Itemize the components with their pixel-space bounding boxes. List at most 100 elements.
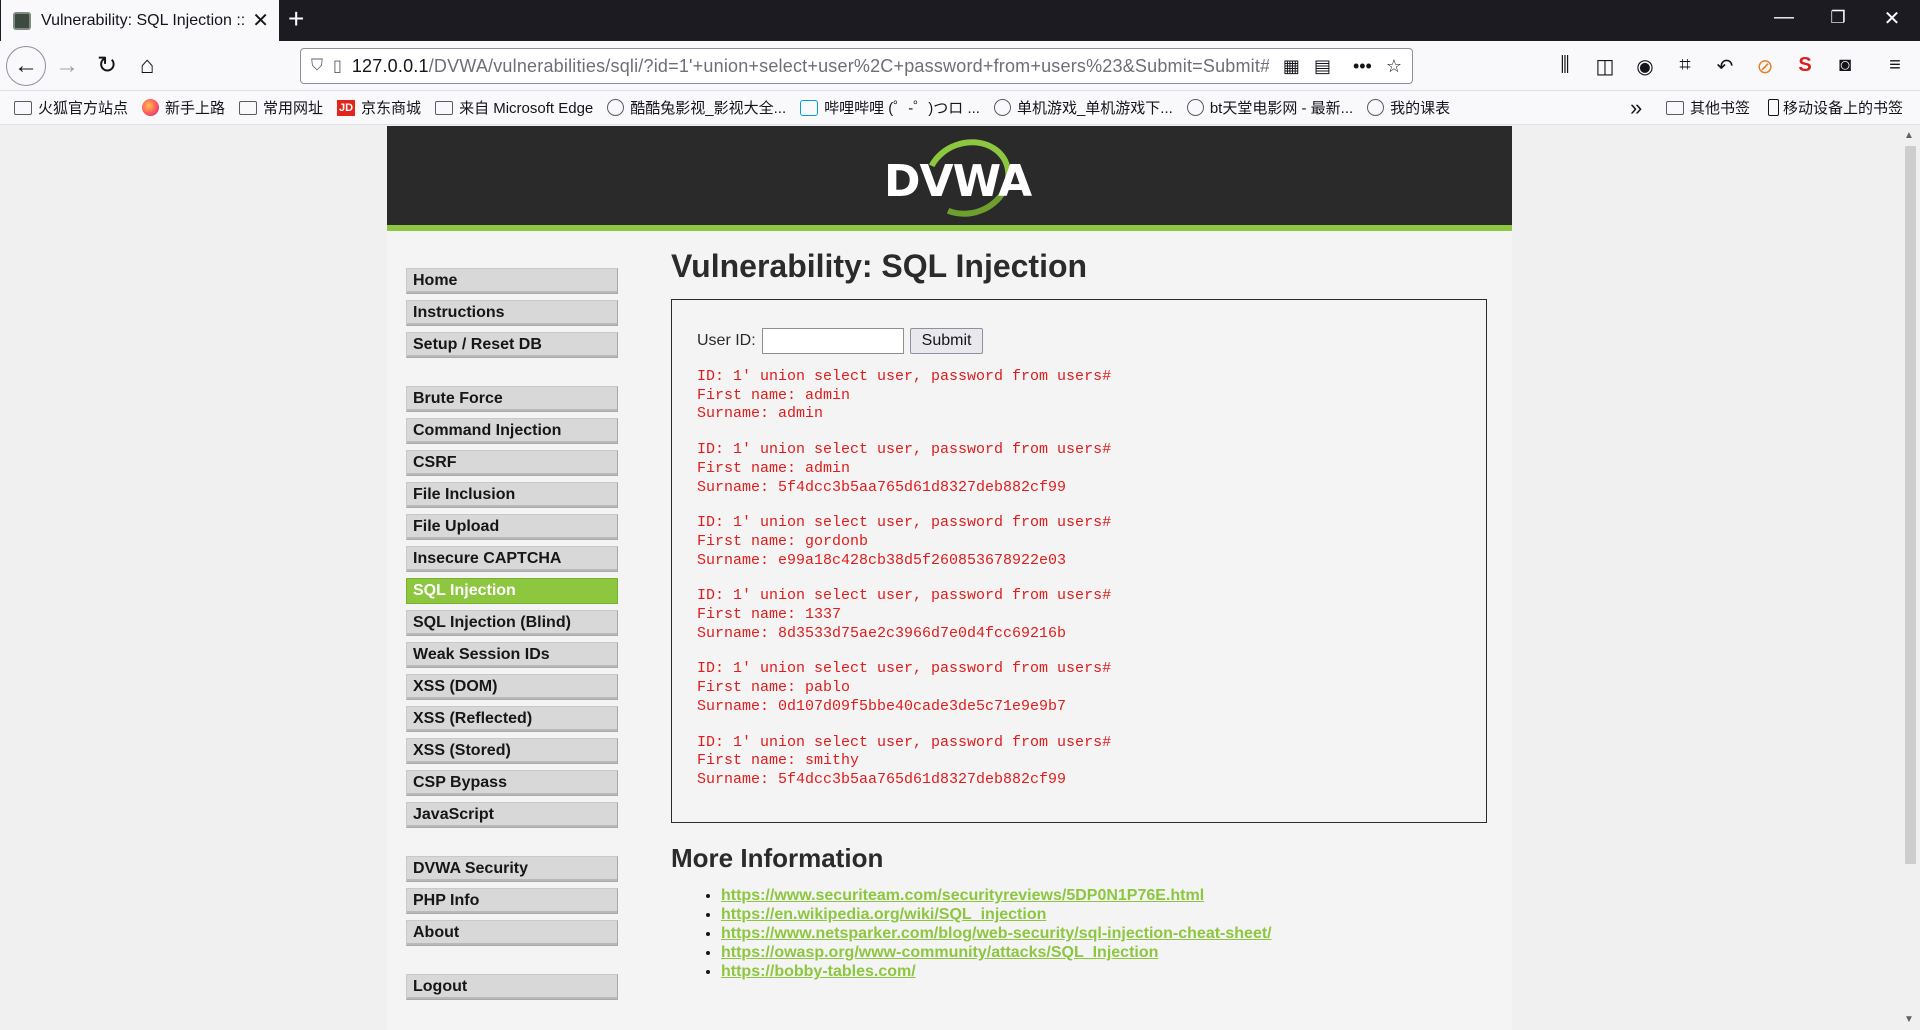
close-tab-icon[interactable]: ✕	[252, 8, 269, 33]
menu-item-file-upload[interactable]: File Upload	[406, 514, 618, 540]
home-icon[interactable]: ⌂	[130, 49, 164, 83]
menu-item-command-injection[interactable]: Command Injection	[406, 418, 618, 444]
minimize-icon[interactable]: —	[1764, 6, 1804, 29]
result-surname: Surname: e99a18c428cb38d5f260853678922e0…	[697, 551, 1067, 569]
tab-active[interactable]: Vulnerability: SQL Injection :: Damn Vul…	[1, 0, 279, 41]
menu-item-weak-session-ids[interactable]: Weak Session IDs	[406, 642, 618, 668]
menu-item-xss-stored[interactable]: XSS (Stored)	[406, 738, 618, 764]
user-id-input[interactable]	[761, 328, 904, 354]
bookmark-label: 火狐官方站点	[38, 100, 129, 117]
qr-icon[interactable]: ▦	[1283, 56, 1300, 77]
menu-item-brute-force[interactable]: Brute Force	[406, 386, 618, 412]
page-viewport: DVWA Home Instructions Setup / Reset DB Bru…	[0, 126, 1901, 1030]
bookmark-item[interactable]: 常用网址	[239, 97, 323, 118]
undo-icon[interactable]: ↶	[1712, 54, 1738, 79]
menu-item-logout[interactable]: Logout	[406, 974, 618, 1000]
bookmarks-overflow-icon[interactable]: »	[1630, 95, 1642, 121]
new-tab-icon[interactable]: +	[288, 3, 304, 35]
s-extension-icon[interactable]: S	[1792, 54, 1818, 77]
account-icon[interactable]: ◉	[1632, 54, 1658, 79]
sidebar-icon[interactable]: ◫	[1592, 54, 1618, 79]
result-id: ID: 1' union select user, password from …	[697, 514, 1112, 532]
window-close-icon[interactable]: ✕	[1872, 6, 1912, 31]
menu-item-setup-reset-db[interactable]: Setup / Reset DB	[406, 332, 618, 358]
bookmark-label: 新手上路	[165, 100, 226, 117]
menu-item-javascript[interactable]: JavaScript	[406, 802, 618, 828]
shield-icon[interactable]: ⛉	[311, 57, 323, 75]
menu-item-xss-dom[interactable]: XSS (DOM)	[406, 674, 618, 700]
menu-item-sql-injection[interactable]: SQL Injection	[406, 578, 618, 604]
result-id: ID: 1' union select user, password from …	[697, 587, 1112, 605]
url-host: 127.0.0.1	[351, 55, 429, 76]
scroll-up-icon[interactable]: ▲	[1904, 130, 1914, 141]
result-first: First name: pablo	[697, 679, 851, 697]
crop-icon[interactable]: ⌗	[1672, 54, 1698, 77]
bookmark-item[interactable]: 火狐官方站点	[14, 97, 128, 118]
bookmark-item[interactable]: 新手上路	[142, 97, 225, 118]
bookmark-label: 其他书签	[1690, 100, 1751, 117]
reader-icon[interactable]: ▤	[1314, 56, 1331, 77]
logo-text: DVWA	[884, 156, 1032, 207]
menu-icon[interactable]: ≡	[1882, 54, 1908, 77]
list-item: https://www.netsparker.com/blog/web-secu…	[721, 924, 1487, 943]
result-surname: Surname: 5f4dcc3b5aa765d61d8327deb882cf9…	[697, 478, 1067, 496]
mask-icon[interactable]: ◙	[1832, 54, 1858, 77]
menu-item-csrf[interactable]: CSRF	[406, 450, 618, 476]
library-icon[interactable]: ⫼	[1552, 54, 1578, 77]
page-scrollbar[interactable]: ▲ ▼	[1901, 126, 1920, 1030]
forward-icon[interactable]: →	[50, 49, 84, 83]
bookmark-item[interactable]: 来自 Microsoft Edge	[435, 97, 593, 118]
result-id: ID: 1' union select user, password from …	[697, 441, 1112, 459]
more-info-link[interactable]: https://en.wikipedia.org/wiki/SQL_inject…	[721, 906, 1046, 923]
menu-item-instructions[interactable]: Instructions	[406, 300, 618, 326]
menu-item-home[interactable]: Home	[406, 268, 618, 294]
bookmark-item[interactable]: 我的课表	[1367, 97, 1450, 118]
folder-icon	[1666, 100, 1684, 115]
menu-item-dvwa-security[interactable]: DVWA Security	[406, 856, 618, 882]
adblock-icon[interactable]: ⊘	[1752, 54, 1778, 79]
result-entry: ID: 1' union select user, password from …	[697, 514, 1461, 570]
more-icon[interactable]: •••	[1353, 56, 1372, 77]
bookmark-item[interactable]: 酷酷兔影视_影视大全...	[607, 97, 786, 118]
back-icon[interactable]: ←	[6, 46, 46, 86]
url-text[interactable]: 127.0.0.1/DVWA/vulnerabilities/sqli/?id=…	[352, 56, 1269, 77]
bookmarks-toolbar: 火狐官方站点 新手上路 常用网址 JD 京东商城 来自 Microsoft Edg…	[0, 91, 1920, 125]
url-bar[interactable]: ⛉ ▯ 127.0.0.1/DVWA/vulnerabilities/sqli/…	[300, 48, 1413, 84]
submit-button[interactable]: Submit	[909, 328, 984, 354]
list-item: https://owasp.org/www-community/attacks/…	[721, 943, 1487, 962]
more-info-link[interactable]: https://www.securiteam.com/securityrevie…	[721, 887, 1204, 904]
restore-icon[interactable]: ❐	[1818, 8, 1858, 28]
bookmark-label: 单机游戏_单机游戏下...	[1016, 100, 1173, 117]
star-icon[interactable]: ☆	[1386, 56, 1402, 77]
result-surname: Surname: 0d107d09f5bbe40cade3de5c71e9e9b…	[697, 697, 1067, 715]
menu-item-file-inclusion[interactable]: File Inclusion	[406, 482, 618, 508]
more-info-link[interactable]: https://bobby-tables.com/	[721, 963, 916, 980]
menu-item-insecure-captcha[interactable]: Insecure CAPTCHA	[406, 546, 618, 572]
bookmark-label: 移动设备上的书签	[1783, 100, 1904, 117]
more-info-link[interactable]: https://owasp.org/www-community/attacks/…	[721, 944, 1158, 961]
mobile-bookmarks[interactable]: 移动设备上的书签	[1768, 97, 1903, 118]
menu-item-sql-injection-blind[interactable]: SQL Injection (Blind)	[406, 610, 618, 636]
other-bookmarks[interactable]: 其他书签	[1666, 97, 1750, 118]
user-id-label: User ID:	[697, 332, 756, 349]
menu-item-csp-bypass[interactable]: CSP Bypass	[406, 770, 618, 796]
menu-item-xss-reflected[interactable]: XSS (Reflected)	[406, 706, 618, 732]
dvwa-logo: DVWA	[884, 127, 1032, 229]
reload-icon[interactable]: ↻	[90, 49, 124, 83]
bookmark-item[interactable]: 哔哩哔哩 (゜-゜)つロ ...	[800, 97, 980, 118]
menu-item-about[interactable]: About	[406, 920, 618, 946]
more-info-link[interactable]: https://www.netsparker.com/blog/web-secu…	[721, 925, 1272, 942]
scroll-down-icon[interactable]: ▼	[1904, 1014, 1914, 1025]
main-content: Vulnerability: SQL Injection User ID: Su…	[671, 248, 1487, 981]
bilibili-icon	[800, 99, 819, 116]
bookmark-item[interactable]: 单机游戏_单机游戏下...	[993, 97, 1173, 118]
menu-item-php-info[interactable]: PHP Info	[406, 888, 618, 914]
scrollbar-thumb[interactable]	[1905, 146, 1916, 864]
result-entry: ID: 1' union select user, password from …	[697, 368, 1461, 424]
bookmark-item[interactable]: bt天堂电影网 - 最新...	[1186, 97, 1354, 118]
page-icon[interactable]: ▯	[333, 56, 342, 76]
bookmark-item[interactable]: JD 京东商城	[337, 97, 421, 118]
bookmark-label: bt天堂电影网 - 最新...	[1209, 100, 1354, 117]
result-entry: ID: 1' union select user, password from …	[697, 587, 1461, 643]
more-information: More Information https://www.securiteam.…	[671, 843, 1487, 981]
